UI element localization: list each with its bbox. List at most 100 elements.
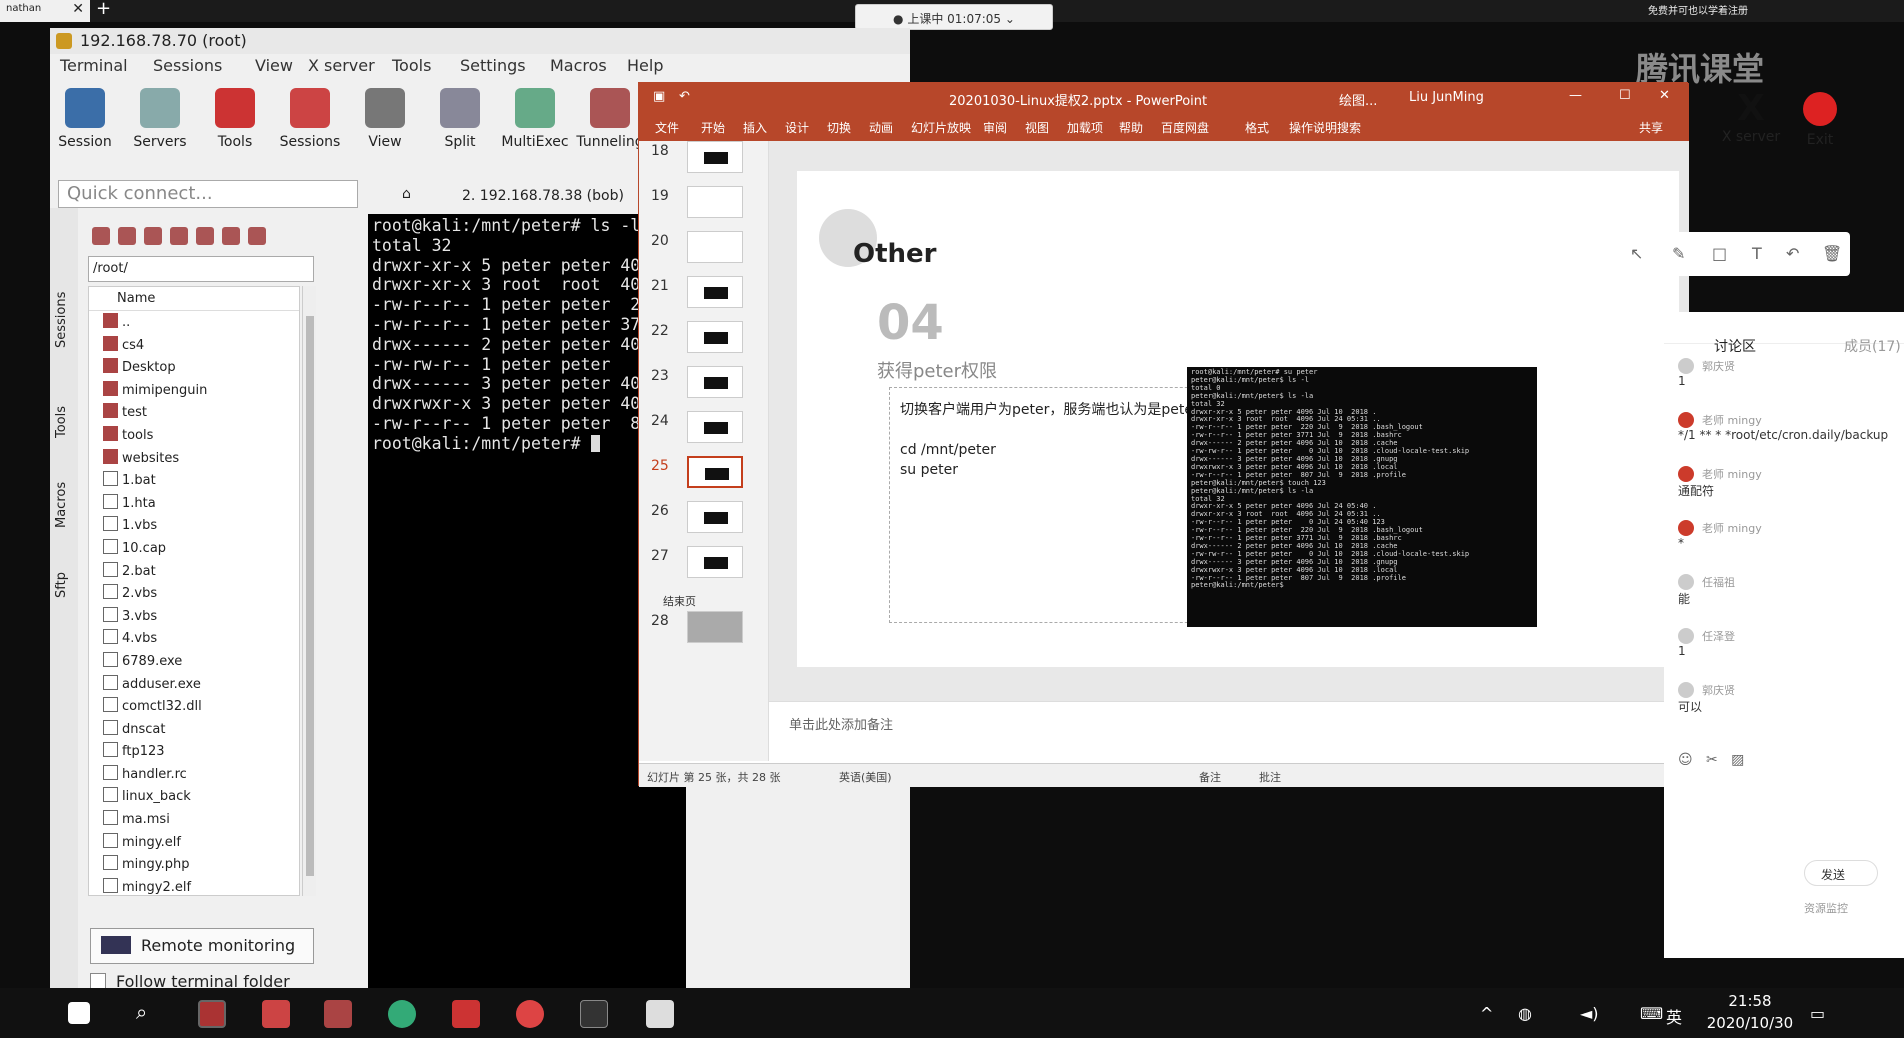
tools-button[interactable]: Tools: [200, 80, 270, 150]
tunneling-button[interactable]: Tunneling: [575, 80, 645, 150]
list-item[interactable]: 6789.exe: [89, 650, 299, 673]
menu-sessions[interactable]: Sessions: [153, 56, 222, 75]
tab-addins[interactable]: 加载项: [1067, 119, 1103, 136]
undo-icon[interactable]: ↶: [679, 89, 690, 104]
list-item[interactable]: 1.vbs: [89, 514, 299, 537]
file-list-scrollbar[interactable]: [302, 286, 316, 896]
slide-thumb[interactable]: 26: [651, 501, 761, 545]
pen-icon[interactable]: ✎: [1672, 244, 1685, 263]
list-item[interactable]: websites: [89, 447, 299, 470]
sftp-path-input[interactable]: /root/: [88, 256, 314, 282]
current-slide[interactable]: Other 04 获得peter权限 切换客户端用户为peter，服务端也认为是…: [797, 171, 1679, 667]
side-tab-sftp[interactable]: Sftp: [54, 572, 69, 598]
slide-thumb[interactable]: 19: [651, 186, 761, 230]
list-item[interactable]: linux_back: [89, 785, 299, 808]
slide-thumb[interactable]: 20: [651, 231, 761, 275]
mobaxterm-taskbar-icon[interactable]: [198, 1000, 226, 1028]
menu-view[interactable]: View: [255, 56, 293, 75]
list-item[interactable]: mingy2.elf: [89, 876, 299, 895]
edge-icon[interactable]: [388, 1000, 416, 1028]
pointer-icon[interactable]: ↖: [1630, 244, 1643, 263]
upload-icon[interactable]: [144, 227, 162, 245]
powerpoint-taskbar-icon[interactable]: [452, 1000, 480, 1028]
network-icon[interactable]: ◍: [1518, 1004, 1532, 1023]
xserver-button[interactable]: XX server: [1716, 88, 1786, 145]
folder-taskbar-icon[interactable]: [324, 1000, 352, 1028]
tab-format[interactable]: 格式: [1245, 119, 1269, 136]
trash-icon[interactable]: 🗑: [1822, 244, 1842, 263]
list-item[interactable]: 4.vbs: [89, 627, 299, 650]
list-item[interactable]: tools: [89, 424, 299, 447]
new-folder-icon[interactable]: [196, 227, 214, 245]
menu-tools[interactable]: Tools: [392, 56, 431, 75]
slide-thumb[interactable]: 24: [651, 411, 761, 455]
list-item[interactable]: 2.bat: [89, 560, 299, 583]
notes-button[interactable]: 备注: [1199, 769, 1221, 785]
notes-pane[interactable]: 单击此处添加备注: [769, 701, 1689, 761]
list-item[interactable]: dnscat: [89, 718, 299, 741]
tab-view[interactable]: 视图: [1025, 119, 1049, 136]
column-header-name[interactable]: Name: [89, 287, 299, 311]
tab-animations[interactable]: 动画: [869, 119, 893, 136]
terminal-taskbar-icon[interactable]: [580, 1000, 608, 1028]
windows-start-icon[interactable]: [68, 1002, 90, 1024]
menu-xserver[interactable]: X server: [308, 56, 375, 75]
refresh-icon[interactable]: [170, 227, 188, 245]
quick-connect-input[interactable]: Quick connect...: [58, 180, 358, 208]
delete-icon[interactable]: [248, 227, 266, 245]
chrome-icon[interactable]: [516, 1000, 544, 1028]
tab-file[interactable]: 文件: [655, 119, 679, 136]
send-button[interactable]: 发送: [1804, 860, 1878, 886]
list-item[interactable]: Desktop: [89, 356, 299, 379]
new-tab-icon[interactable]: +: [96, 0, 111, 19]
resource-monitor[interactable]: 资源监控: [1804, 900, 1848, 916]
user-name[interactable]: Liu JunMing: [1409, 90, 1484, 105]
menu-help[interactable]: Help: [627, 56, 663, 75]
slide-thumb[interactable]: 27: [651, 546, 761, 590]
slide-thumb[interactable]: 22: [651, 321, 761, 365]
split-button[interactable]: Split: [425, 80, 495, 150]
slide-thumb[interactable]: 18: [651, 141, 761, 185]
scissors-icon[interactable]: ✂: [1706, 752, 1718, 768]
save-icon[interactable]: ▣: [653, 89, 665, 104]
sessions-button[interactable]: Sessions: [275, 80, 345, 150]
tab-design[interactable]: 设计: [785, 119, 809, 136]
list-item[interactable]: ..: [89, 311, 299, 334]
tab-slideshow[interactable]: 幻灯片放映: [911, 119, 971, 136]
side-tab-tools[interactable]: Tools: [54, 406, 69, 438]
list-item[interactable]: ma.msi: [89, 808, 299, 831]
comments-button[interactable]: 批注: [1259, 769, 1281, 785]
class-status[interactable]: ● 上课中 01:07:05 ⌄: [855, 4, 1053, 30]
list-item[interactable]: test: [89, 401, 299, 424]
emoji-icon[interactable]: ☺: [1678, 752, 1693, 768]
tab-baidu[interactable]: 百度网盘: [1161, 119, 1209, 136]
slide-thumb[interactable]: 23: [651, 366, 761, 410]
chevron-up-icon[interactable]: ^: [1480, 1004, 1493, 1023]
list-item[interactable]: 2.vbs: [89, 582, 299, 605]
v2-icon[interactable]: [646, 1000, 674, 1028]
home-icon[interactable]: ⌂: [402, 186, 411, 202]
view-button[interactable]: View: [350, 80, 420, 150]
notification-icon[interactable]: ▭: [1810, 1004, 1825, 1023]
servers-button[interactable]: Servers: [125, 80, 195, 150]
draw-tab[interactable]: 绘图...: [1339, 90, 1377, 109]
menu-terminal[interactable]: Terminal: [60, 56, 128, 75]
list-item[interactable]: 1.hta: [89, 492, 299, 515]
slide-thumb[interactable]: 28: [651, 611, 761, 655]
checkbox-icon[interactable]: [90, 973, 106, 989]
menu-macros[interactable]: Macros: [550, 56, 607, 75]
section-end[interactable]: 结束页: [663, 593, 696, 609]
slide-thumb-selected[interactable]: 25: [651, 456, 761, 500]
text-icon[interactable]: T: [1752, 244, 1762, 263]
tab-transitions[interactable]: 切换: [827, 119, 851, 136]
new-file-icon[interactable]: [222, 227, 240, 245]
multiexec-button[interactable]: MultiExec: [500, 80, 570, 150]
browser-tab[interactable]: nathan ✕: [0, 0, 90, 22]
close-icon[interactable]: ✕: [72, 1, 84, 17]
share-button[interactable]: 共享: [1639, 119, 1663, 136]
scroll-thumb[interactable]: [306, 316, 314, 876]
download-icon[interactable]: [118, 227, 136, 245]
session-button[interactable]: Session: [50, 80, 120, 150]
side-tab-macros[interactable]: Macros: [54, 482, 69, 528]
exit-button[interactable]: Exit: [1790, 88, 1850, 148]
